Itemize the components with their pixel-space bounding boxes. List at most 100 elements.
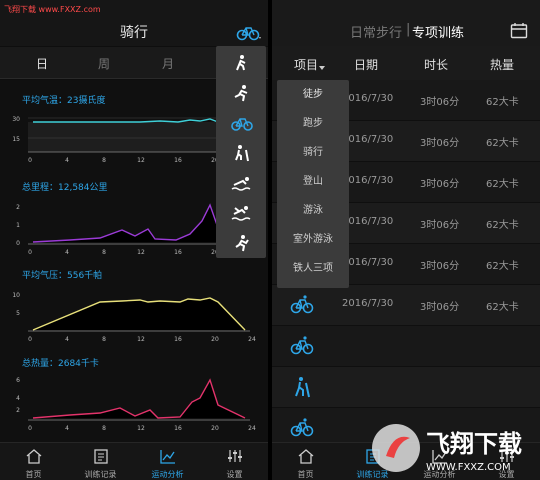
row-duration: 3时06分 xyxy=(420,97,460,108)
tab-settings[interactable]: 设置 xyxy=(201,443,268,480)
row-date: 2016/7/30 xyxy=(342,298,394,309)
sport-open-water-swim[interactable] xyxy=(216,198,266,228)
row-calories: 62大卡 xyxy=(486,138,519,149)
sport-hike[interactable] xyxy=(216,138,266,168)
x-tick: 12 xyxy=(137,249,145,256)
type-option[interactable]: 骑行 xyxy=(277,138,349,167)
hike-icon xyxy=(295,377,310,398)
x-tick: 8 xyxy=(102,425,106,432)
type-option[interactable]: 跑步 xyxy=(277,109,349,138)
x-tick: 24 xyxy=(248,425,256,432)
sport-swim[interactable] xyxy=(216,168,266,198)
y-tick: 10 xyxy=(12,292,20,299)
row-date: 2016/7/30 xyxy=(342,93,394,104)
cycle-icon xyxy=(290,336,314,355)
watermark-top-left: 飞翔下载 www.FXXZ.com xyxy=(4,5,101,14)
x-tick: 20 xyxy=(211,336,219,343)
row-date: 2016/7/30 xyxy=(342,134,394,145)
x-tick: 0 xyxy=(28,425,32,432)
home-icon xyxy=(26,449,41,464)
chevron-down-icon[interactable] xyxy=(319,66,325,70)
temperature-line xyxy=(33,118,219,123)
type-option[interactable]: 室外游泳 xyxy=(277,225,349,254)
x-tick: 4 xyxy=(65,249,69,256)
bottom-tab-bar: 首页 训练记录 运动分析 设置 xyxy=(0,442,268,480)
y-tick: 6 xyxy=(16,377,20,384)
y-tick: 15 xyxy=(12,136,20,143)
y-tick: 2 xyxy=(16,204,20,211)
row-duration: 3时06分 xyxy=(420,138,460,149)
tab-home[interactable]: 首页 xyxy=(272,443,339,480)
sport-run[interactable] xyxy=(216,78,266,108)
table-row[interactable] xyxy=(272,367,540,408)
row-date: 2016/7/30 xyxy=(342,257,394,268)
x-tick: 4 xyxy=(65,157,69,164)
y-tick: 4 xyxy=(16,395,20,402)
x-tick: 12 xyxy=(137,157,145,164)
row-date: 2016/7/30 xyxy=(342,175,394,186)
x-tick: 20 xyxy=(211,425,219,432)
column-date: 日期 xyxy=(354,58,379,72)
analysis-icon xyxy=(159,450,175,464)
hike-icon xyxy=(235,145,249,162)
row-duration: 3时06分 xyxy=(420,220,460,231)
y-tick: 1 xyxy=(16,222,20,229)
sport-dropdown-menu xyxy=(216,46,266,258)
sport-walk[interactable] xyxy=(216,48,266,78)
row-calories: 62大卡 xyxy=(486,220,519,231)
settings-icon xyxy=(227,450,242,462)
row-calories: 62大卡 xyxy=(486,261,519,272)
open-water-swim-icon xyxy=(231,206,251,221)
tab-analysis[interactable]: 运动分析 xyxy=(134,443,201,480)
x-tick: 0 xyxy=(28,336,32,343)
y-tick: 5 xyxy=(16,310,20,317)
y-tick: 2 xyxy=(16,407,20,414)
watermark-logo: 飞翔下载 WWW.FXXZ.COM xyxy=(372,424,522,473)
type-option[interactable]: 徒步 xyxy=(277,80,349,109)
column-sport[interactable]: 项目 xyxy=(294,56,318,73)
y-tick: 0 xyxy=(16,240,20,247)
chart-label-pressure: 平均气压：556千帕 xyxy=(22,269,102,281)
sport-triathlon[interactable] xyxy=(216,228,266,258)
row-duration: 3时06分 xyxy=(420,261,460,272)
row-duration: 3时06分 xyxy=(420,179,460,190)
type-option[interactable]: 登山 xyxy=(277,167,349,196)
x-tick: 12 xyxy=(137,336,145,343)
calendar-icon[interactable] xyxy=(510,22,528,39)
tab-label: 首页 xyxy=(297,470,314,479)
x-tick: 8 xyxy=(102,157,106,164)
tab-special-training[interactable]: 专项训练 xyxy=(412,22,464,41)
tab-label: 训练记录 xyxy=(84,470,117,479)
x-tick: 16 xyxy=(174,425,182,432)
sport-selector-button[interactable] xyxy=(236,24,264,42)
tab-label: 运动分析 xyxy=(151,470,184,479)
run-icon xyxy=(234,85,248,102)
tab-label: 首页 xyxy=(25,470,42,479)
period-day[interactable]: 日 xyxy=(36,55,48,72)
right-screen: 日常步行 | 专项训练 项目 日期 时长 热量 2016/7/30 3时06分 62… xyxy=(272,0,540,480)
tab-home[interactable]: 首页 xyxy=(0,443,67,480)
x-tick: 8 xyxy=(102,249,106,256)
period-month[interactable]: 月 xyxy=(162,55,174,72)
walk-icon xyxy=(236,55,246,71)
triathlon-icon xyxy=(235,235,249,252)
tab-label: 设置 xyxy=(226,470,243,479)
sport-cycle[interactable] xyxy=(216,108,266,138)
period-week[interactable]: 周 xyxy=(98,55,110,72)
chart-label-calories: 总热量：2684千卡 xyxy=(22,357,99,369)
type-option[interactable]: 铁人三项 xyxy=(277,254,349,283)
column-calories: 热量 xyxy=(490,58,515,72)
row-date: 2016/7/30 xyxy=(342,216,394,227)
table-row[interactable]: 2016/7/30 3时06分 62大卡 xyxy=(272,285,540,326)
tab-separator: | xyxy=(406,22,411,37)
table-row[interactable] xyxy=(272,326,540,367)
x-tick: 16 xyxy=(174,249,182,256)
tab-daily-walk[interactable]: 日常步行 xyxy=(350,22,402,41)
column-duration: 时长 xyxy=(424,58,449,72)
tab-records[interactable]: 训练记录 xyxy=(67,443,134,480)
type-option[interactable]: 游泳 xyxy=(277,196,349,225)
row-calories: 62大卡 xyxy=(486,97,519,108)
watermark-text: 飞翔下载 xyxy=(426,430,522,458)
cycle-icon xyxy=(231,118,253,131)
row-calories: 62大卡 xyxy=(486,179,519,190)
